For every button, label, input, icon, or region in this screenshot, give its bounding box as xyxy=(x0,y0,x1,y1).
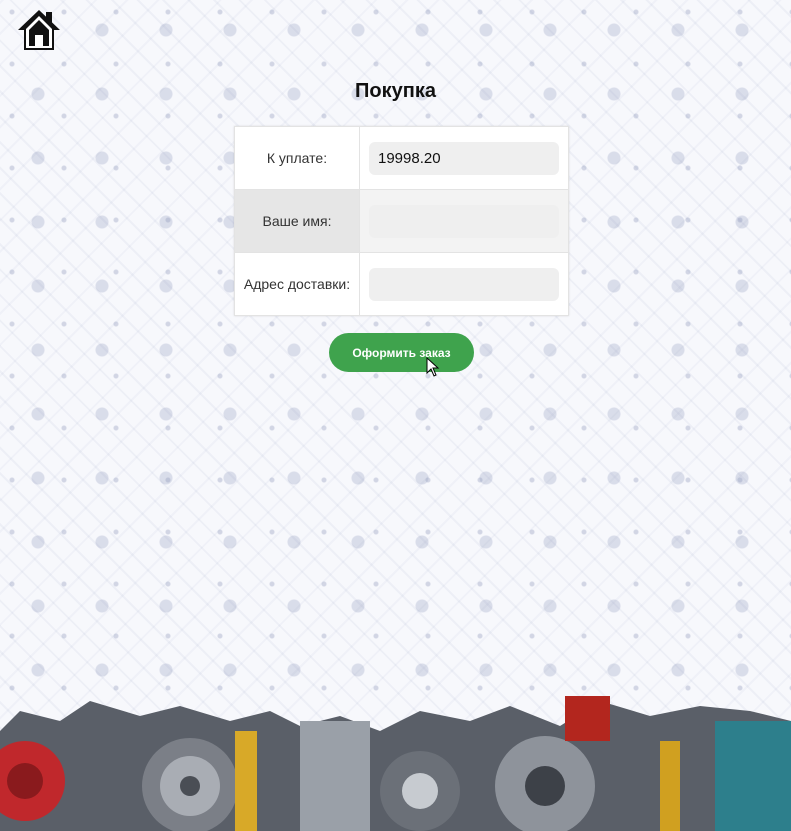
amount-field[interactable] xyxy=(369,141,559,175)
name-field[interactable] xyxy=(369,204,559,238)
order-form: К уплате: Ваше имя: Адрес доставки: xyxy=(234,126,569,316)
mouse-cursor-icon xyxy=(426,357,440,377)
address-field[interactable] xyxy=(369,267,559,301)
auto-parts-illustration xyxy=(0,696,791,831)
form-row-amount: К уплате: xyxy=(234,126,569,190)
page-title: Покупка xyxy=(355,80,436,102)
name-label: Ваше имя: xyxy=(234,189,360,253)
home-icon[interactable] xyxy=(16,8,62,52)
place-order-button[interactable]: Оформить заказ xyxy=(329,333,474,372)
amount-label: К уплате: xyxy=(234,126,360,190)
form-row-name: Ваше имя: xyxy=(234,189,569,253)
address-label: Адрес доставки: xyxy=(234,252,360,316)
form-row-address: Адрес доставки: xyxy=(234,252,569,316)
